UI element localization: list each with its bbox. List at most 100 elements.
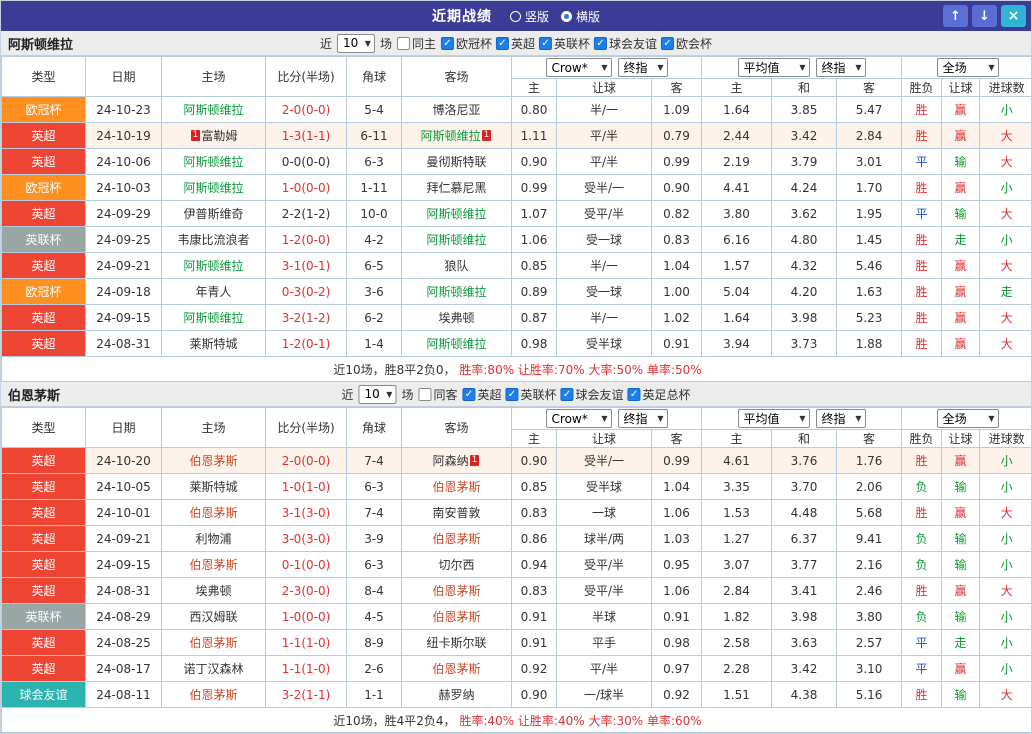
checkbox-icon[interactable]: ✓: [440, 36, 454, 50]
home-team[interactable]: 1 富勒姆: [161, 122, 266, 149]
away-team[interactable]: 伯恩茅斯: [401, 655, 512, 682]
table-row: 英超 24-09-21 利物浦 3-0(3-0) 3-9 伯恩茅斯 0.86 球…: [1, 525, 1031, 552]
home-team[interactable]: 利物浦: [161, 525, 266, 552]
away-team[interactable]: 伯恩茅斯: [401, 577, 512, 604]
away-team[interactable]: 切尔西: [401, 551, 512, 578]
away-team[interactable]: 伯恩茅斯: [401, 473, 512, 500]
checkbox-icon[interactable]: ✓: [661, 36, 675, 50]
match-date: 24-09-18: [85, 278, 162, 305]
checkbox-icon[interactable]: ✓: [627, 387, 641, 401]
league-filter-球会友谊[interactable]: ✓ 球会友谊: [560, 386, 624, 403]
checkbox-icon[interactable]: ✓: [496, 36, 509, 50]
handicap-odds-home: 0.99: [511, 174, 557, 201]
games-label: 场: [401, 387, 414, 402]
radio-label: 横版: [576, 9, 601, 24]
away-team[interactable]: 赫罗纳: [401, 681, 512, 708]
away-team[interactable]: 阿斯顿维拉 1: [401, 122, 512, 149]
chevron-down-icon: ▼: [988, 63, 995, 72]
away-team[interactable]: 曼彻斯特联: [401, 148, 512, 175]
table-row: 英超 24-09-15 伯恩茅斯 0-1(0-0) 6-3 切尔西 0.94 受…: [1, 551, 1031, 578]
home-team[interactable]: 伯恩茅斯: [161, 629, 266, 656]
away-team[interactable]: 博洛尼亚: [401, 96, 512, 123]
handicap-line: 受平/半: [556, 577, 652, 604]
odds-company-select[interactable]: Crow* ▼: [545, 409, 612, 428]
home-team[interactable]: 年青人: [161, 278, 266, 305]
away-team[interactable]: 阿森纳 1: [401, 447, 512, 474]
home-team[interactable]: 伯恩茅斯: [161, 447, 266, 474]
odds-company-select[interactable]: Crow* ▼: [545, 58, 612, 77]
league-filter-英联杯[interactable]: ✓ 英联杯: [505, 386, 557, 403]
home-team[interactable]: 伯恩茅斯: [161, 551, 266, 578]
home-team[interactable]: 阿斯顿维拉: [161, 304, 266, 331]
home-team[interactable]: 韦康比流浪者: [161, 226, 266, 253]
home-team[interactable]: 阿斯顿维拉: [161, 148, 266, 175]
home-team[interactable]: 阿斯顿维拉: [161, 96, 266, 123]
home-team[interactable]: 伊普斯维奇: [161, 200, 266, 227]
league-filter-欧冠杯[interactable]: ✓ 欧冠杯: [440, 35, 492, 52]
same-venue-checkbox[interactable]: 同主: [396, 35, 436, 52]
handicap-odds-home: 0.85: [511, 473, 557, 500]
close-button[interactable]: ×: [1001, 5, 1026, 27]
match-date: 24-10-05: [85, 473, 162, 500]
avg-final-select[interactable]: 终指 ▼: [815, 409, 866, 428]
away-team[interactable]: 拜仁慕尼黑: [401, 174, 512, 201]
odds-final-select[interactable]: 终指 ▼: [617, 58, 668, 77]
checkbox-icon[interactable]: [418, 387, 432, 401]
avg-type-select[interactable]: 平均值 ▼: [737, 409, 810, 428]
scope-select[interactable]: 全场 ▼: [936, 58, 999, 77]
away-team[interactable]: 伯恩茅斯: [401, 525, 512, 552]
result-handicap: 输: [941, 681, 981, 708]
handicap-odds-header: Crow* ▼ 终指 ▼: [510, 56, 703, 79]
home-team[interactable]: 阿斯顿维拉: [161, 252, 266, 279]
table-row: 英超 24-08-25 伯恩茅斯 1-1(1-0) 8-9 纽卡斯尔联 0.91…: [1, 629, 1031, 656]
away-team[interactable]: 阿斯顿维拉: [401, 226, 512, 253]
chevron-down-icon: ▼: [799, 63, 806, 72]
away-team[interactable]: 阿斯顿维拉: [401, 200, 512, 227]
away-team[interactable]: 伯恩茅斯: [401, 603, 512, 630]
checkbox-icon[interactable]: ✓: [505, 387, 519, 401]
handicap-odds-home: 0.89: [511, 278, 557, 305]
match-count-select[interactable]: 10 ▼: [358, 384, 397, 404]
home-team[interactable]: 莱斯特城: [161, 330, 266, 357]
col-home: 主场: [161, 407, 266, 448]
home-team[interactable]: 莱斯特城: [161, 473, 266, 500]
away-team[interactable]: 阿斯顿维拉: [401, 330, 512, 357]
layout-radio-horizontal[interactable]: 横版: [561, 8, 600, 25]
same-venue-checkbox[interactable]: 同客: [418, 386, 457, 403]
score-halftime: 0-0(0-0): [265, 148, 347, 175]
home-team[interactable]: 伯恩茅斯: [161, 681, 266, 708]
league-filter-英足总杯[interactable]: ✓ 英足总杯: [627, 386, 691, 403]
away-team[interactable]: 阿斯顿维拉: [401, 278, 512, 305]
home-team[interactable]: 埃弗顿: [161, 577, 266, 604]
avg-type-select[interactable]: 平均值 ▼: [737, 58, 810, 77]
checkbox-icon[interactable]: ✓: [462, 387, 476, 401]
layout-radio-vertical[interactable]: 竖版: [509, 8, 549, 25]
checkbox-icon[interactable]: ✓: [560, 387, 574, 401]
home-team[interactable]: 诺丁汉森林: [161, 655, 266, 682]
league-filter-英超[interactable]: ✓ 英超: [462, 386, 502, 403]
score-halftime: 0-3(0-2): [265, 278, 347, 305]
avg-final-select[interactable]: 终指 ▼: [815, 58, 866, 77]
league-filter-欧会杯[interactable]: ✓ 欧会杯: [661, 35, 712, 52]
odds-final-select[interactable]: 终指 ▼: [617, 409, 668, 428]
away-team[interactable]: 南安普敦: [401, 499, 512, 526]
result-goals: 小: [979, 447, 1031, 474]
checkbox-icon[interactable]: ✓: [594, 36, 608, 50]
scroll-up-button[interactable]: ↑: [943, 5, 968, 27]
away-team[interactable]: 狼队: [401, 252, 512, 279]
away-team[interactable]: 纽卡斯尔联: [401, 629, 512, 656]
checkbox-icon[interactable]: ✓: [539, 36, 553, 50]
scroll-down-button[interactable]: ↓: [972, 5, 997, 27]
home-team[interactable]: 阿斯顿维拉: [161, 174, 266, 201]
checkbox-icon[interactable]: [396, 36, 410, 50]
home-team[interactable]: 西汉姆联: [161, 603, 266, 630]
match-count-select[interactable]: 10 ▼: [336, 33, 375, 53]
away-team[interactable]: 埃弗顿: [401, 304, 512, 331]
home-team[interactable]: 伯恩茅斯: [161, 499, 266, 526]
league-filter-球会友谊[interactable]: ✓ 球会友谊: [594, 35, 657, 52]
scope-select[interactable]: 全场 ▼: [936, 409, 999, 428]
league-filter-英超[interactable]: ✓ 英超: [496, 35, 535, 52]
table-row: 英超 24-08-17 诺丁汉森林 1-1(1-0) 2-6 伯恩茅斯 0.92…: [1, 655, 1031, 682]
match-date: 24-09-25: [85, 226, 162, 253]
league-filter-英联杯[interactable]: ✓ 英联杯: [539, 35, 590, 52]
